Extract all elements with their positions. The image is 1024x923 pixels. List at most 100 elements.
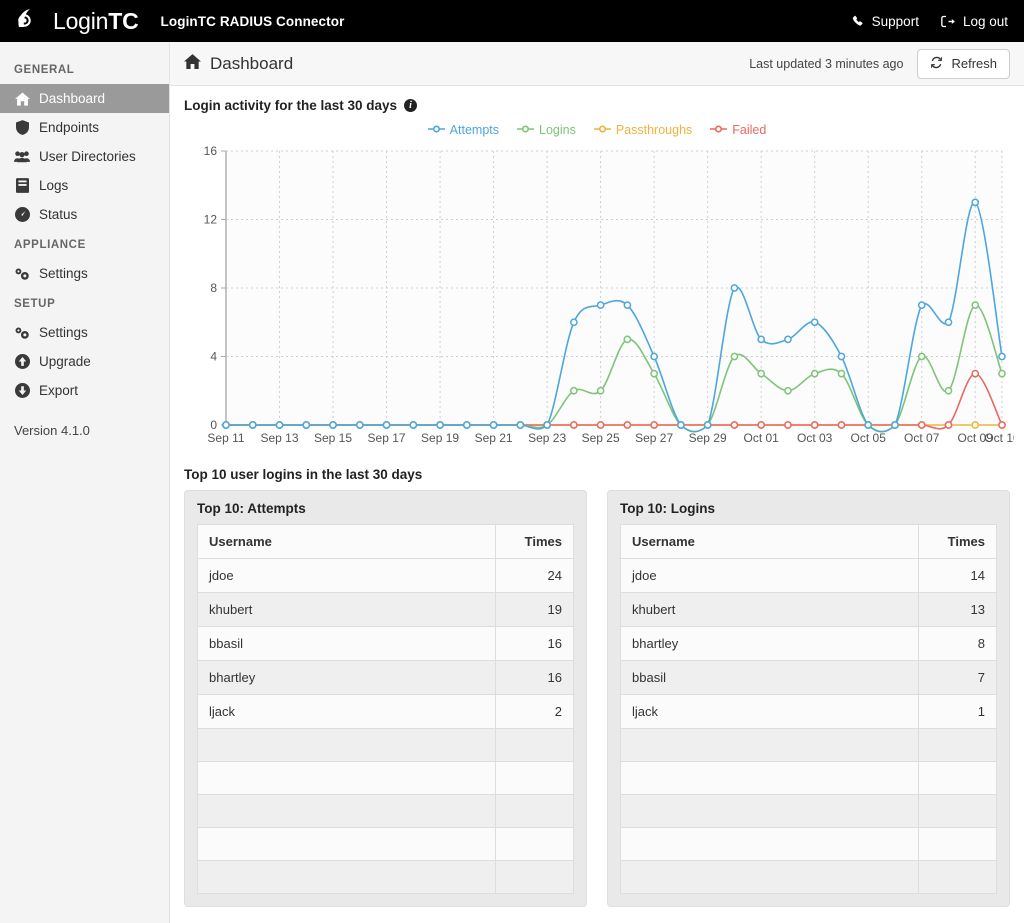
sidebar-item-logs-label: Logs	[39, 178, 68, 193]
table-row-empty	[198, 795, 574, 828]
data-point	[999, 353, 1005, 359]
sidebar-item-export[interactable]: Export	[0, 376, 169, 405]
sidebar-item-setup-settings[interactable]: Settings	[0, 318, 169, 347]
data-point	[223, 422, 229, 428]
refresh-icon	[930, 56, 943, 72]
login-activity-chart: AttemptsLoginsPassthroughsFailed 0481216…	[184, 119, 1010, 459]
users-icon	[14, 150, 30, 163]
legend-item-logins[interactable]: Logins	[517, 123, 576, 137]
page-header: Dashboard Last updated 3 minutes ago Ref…	[170, 42, 1024, 86]
x-axis-tick-label: Sep 11	[207, 431, 244, 445]
logout-link[interactable]: Log out	[941, 14, 1008, 29]
app-shell: GENERAL Dashboard Endpoints User Directo…	[0, 42, 1024, 923]
support-link[interactable]: Support	[852, 14, 919, 29]
cell-times: 8	[919, 627, 997, 661]
data-point	[731, 353, 737, 359]
top-bar-actions: Support Log out	[852, 14, 1008, 29]
x-axis-tick-label: Sep 29	[689, 431, 727, 445]
sidebar-item-dashboard-label: Dashboard	[39, 91, 105, 106]
page-title: Dashboard	[184, 54, 293, 74]
sidebar-item-logs[interactable]: Logs	[0, 171, 169, 200]
cell-times: 1	[919, 695, 997, 729]
cell-times: 16	[496, 661, 574, 695]
data-point	[490, 422, 496, 428]
home-icon	[184, 54, 201, 74]
data-point	[357, 422, 363, 428]
cell-username: khubert	[198, 593, 496, 627]
brand-logo-group[interactable]: LoginTC	[16, 7, 139, 36]
data-point	[972, 302, 978, 308]
sidebar-item-upgrade[interactable]: Upgrade	[0, 347, 169, 376]
cell-times	[496, 828, 574, 861]
data-point	[571, 319, 577, 325]
table-row: khubert13	[621, 593, 997, 627]
sidebar-item-endpoints[interactable]: Endpoints	[0, 113, 169, 142]
x-axis-tick-label: Sep 19	[421, 431, 459, 445]
sidebar-item-dashboard[interactable]: Dashboard	[0, 84, 169, 113]
data-point	[892, 422, 898, 428]
y-axis-tick-label: 4	[210, 350, 217, 364]
cell-username	[198, 861, 496, 894]
x-axis-tick-label: Oct 10	[984, 431, 1014, 445]
sidebar-item-export-label: Export	[39, 383, 78, 398]
cell-times: 2	[496, 695, 574, 729]
legend-item-failed[interactable]: Failed	[710, 123, 766, 137]
chart-legend: Attempts Logins Passthroughs Failed	[184, 119, 1010, 141]
table-row-empty	[198, 762, 574, 795]
sidebar-item-status[interactable]: Status	[0, 200, 169, 229]
data-point	[383, 422, 389, 428]
sidebar-item-appliance-settings[interactable]: Settings	[0, 259, 169, 288]
data-point	[999, 371, 1005, 377]
data-point	[919, 353, 925, 359]
data-point	[571, 422, 577, 428]
info-icon[interactable]: i	[404, 99, 417, 112]
data-point	[945, 388, 951, 394]
refresh-button[interactable]: Refresh	[917, 49, 1010, 79]
cell-times: 7	[919, 661, 997, 695]
sidebar-item-user-directories[interactable]: User Directories	[0, 142, 169, 171]
data-point	[785, 388, 791, 394]
cell-username: jdoe	[198, 559, 496, 593]
data-point	[276, 422, 282, 428]
table-row: bbasil7	[621, 661, 997, 695]
data-point	[705, 422, 711, 428]
support-label: Support	[872, 14, 919, 29]
data-point	[812, 422, 818, 428]
x-axis-tick-label: Sep 15	[314, 431, 352, 445]
top-logins-card-title: Top 10: Logins	[620, 501, 997, 516]
data-point	[544, 422, 550, 428]
cell-times: 16	[496, 627, 574, 661]
cell-times: 24	[496, 559, 574, 593]
data-point	[651, 371, 657, 377]
chart-section-title-text: Login activity for the last 30 days	[184, 98, 397, 113]
tables-section-title: Top 10 user logins in the last 30 days	[184, 467, 1010, 482]
legend-item-attempts[interactable]: Attempts	[428, 123, 499, 137]
version-label: Version 4.1.0	[0, 405, 169, 438]
data-point	[919, 422, 925, 428]
chart-plot-area: 0481216Sep 11Sep 13Sep 15Sep 17Sep 19Sep…	[184, 141, 1010, 456]
sidebar-item-setup-settings-label: Settings	[39, 325, 88, 340]
x-axis-tick-label: Sep 21	[475, 431, 513, 445]
cell-username	[621, 795, 919, 828]
data-point	[758, 336, 764, 342]
shield-icon	[14, 120, 30, 135]
data-point	[731, 285, 737, 291]
cell-times	[496, 861, 574, 894]
data-point	[598, 388, 604, 394]
x-axis-tick-label: Sep 23	[528, 431, 566, 445]
cell-times	[496, 729, 574, 762]
data-point	[758, 371, 764, 377]
data-point	[330, 422, 336, 428]
sidebar: GENERAL Dashboard Endpoints User Directo…	[0, 42, 170, 923]
legend-item-passthroughs[interactable]: Passthroughs	[594, 123, 692, 137]
cell-times	[496, 762, 574, 795]
y-axis-tick-label: 8	[210, 281, 217, 295]
top-attempts-table: Username Times jdoe24khubert19bbasil16bh…	[197, 524, 574, 894]
data-point	[945, 319, 951, 325]
legend-marker-icon	[428, 123, 445, 137]
table-row-empty	[621, 861, 997, 894]
cell-username: bbasil	[198, 627, 496, 661]
y-axis-tick-label: 0	[210, 418, 217, 432]
logout-icon	[941, 15, 956, 28]
x-axis-tick-label: Sep 17	[368, 431, 406, 445]
